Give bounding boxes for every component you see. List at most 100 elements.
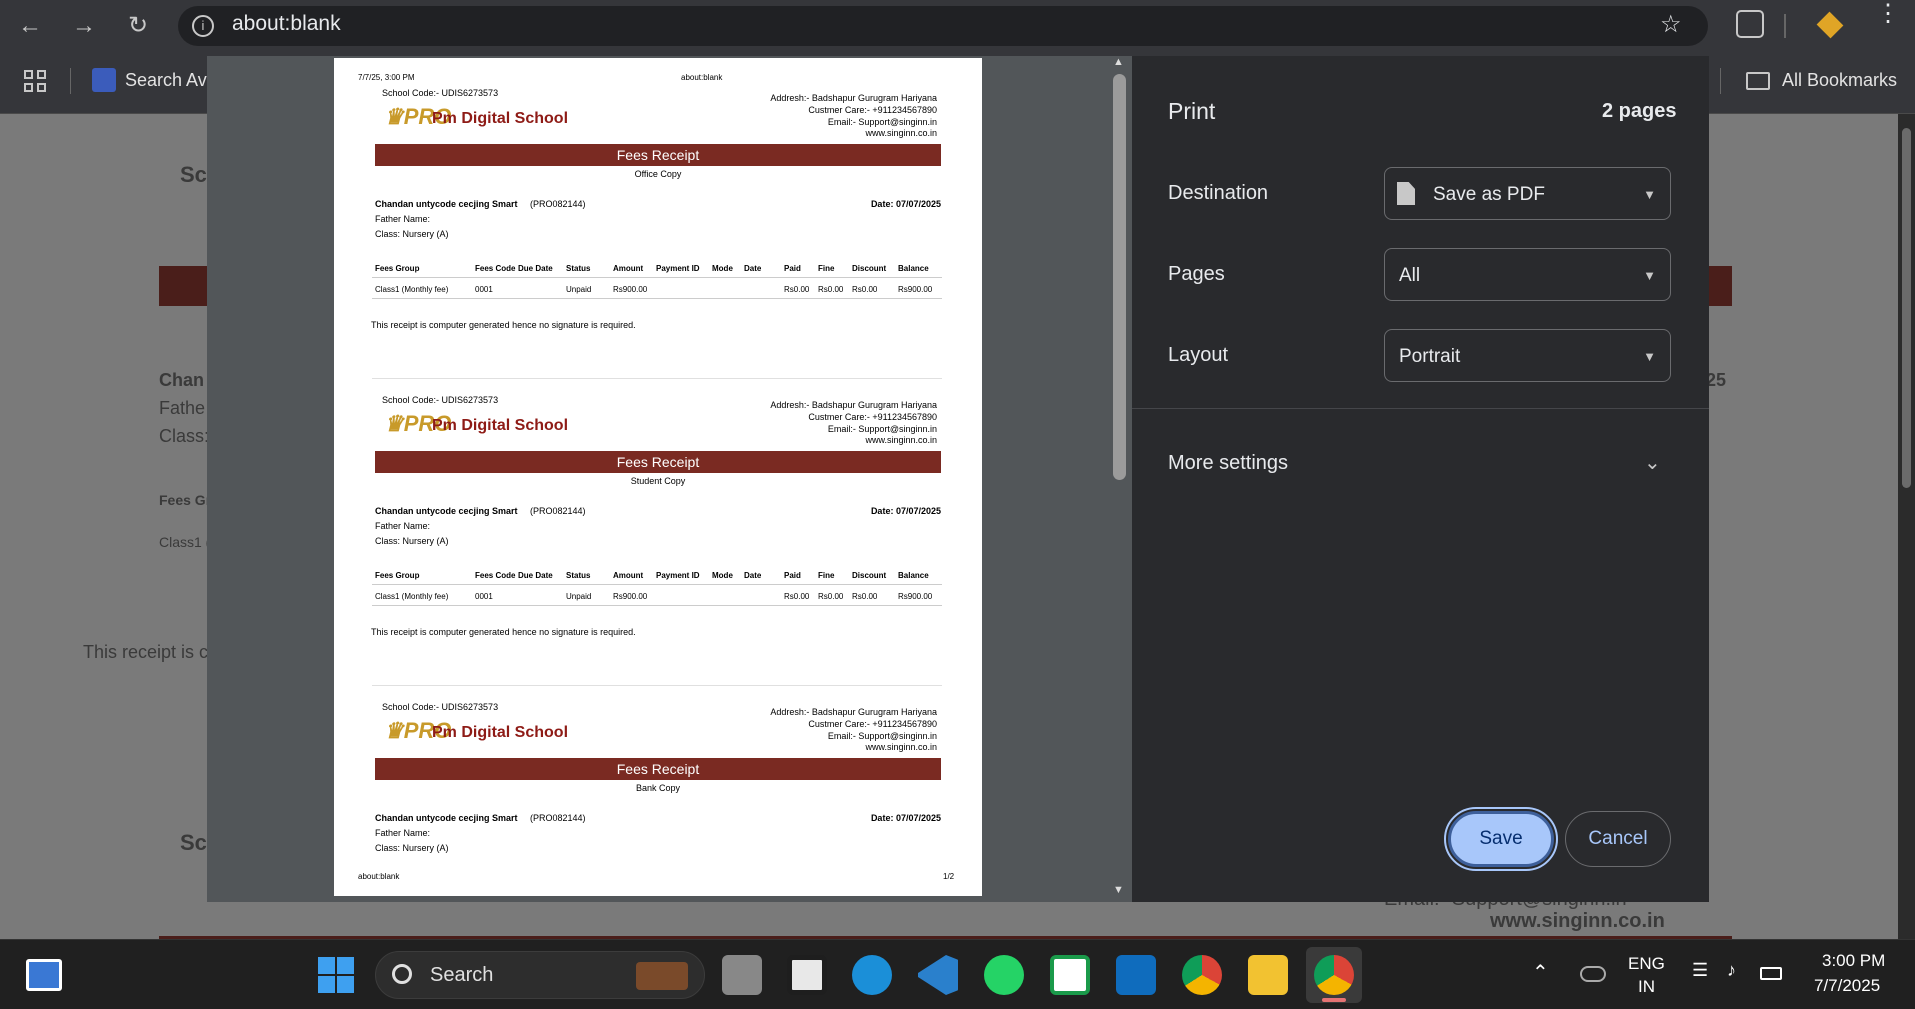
save-button[interactable]: Save [1444, 807, 1558, 871]
student-name: Chandan untycode cecjing Smart [375, 199, 518, 209]
whatsapp-icon[interactable] [984, 955, 1024, 995]
school-website: www.singinn.co.in [865, 435, 937, 445]
edge-icon[interactable] [852, 955, 892, 995]
outlook-icon[interactable] [1116, 955, 1156, 995]
school-code: School Code:- UDIS6273573 [382, 702, 499, 712]
wifi-icon[interactable]: ☰ [1692, 960, 1708, 981]
backdrop-text: www.singinn.co.in [1490, 910, 1665, 932]
clock-time[interactable]: 3:00 PM [1822, 951, 1885, 971]
all-bookmarks-link[interactable]: All Bookmarks [1782, 70, 1897, 91]
app-r-icon[interactable] [1050, 955, 1090, 995]
volume-icon[interactable]: ♪ [1727, 960, 1736, 981]
table-divider [372, 605, 942, 606]
chevron-down-icon: ▼ [1643, 187, 1656, 202]
table-cell: Rs900.00 [898, 592, 933, 601]
clock-date[interactable]: 7/7/2025 [1814, 976, 1880, 996]
student-id: (PRO082144) [530, 813, 586, 823]
chevron-down-icon: ▼ [1643, 268, 1656, 283]
folder-icon [1746, 72, 1770, 90]
receipt-title-bar: Fees Receipt [375, 758, 941, 780]
pages-select[interactable]: All ▼ [1384, 248, 1671, 301]
table-cell: Class1 (Monthly fee) [375, 592, 449, 601]
start-icon[interactable] [318, 957, 354, 993]
receipt-separator [372, 378, 942, 379]
table-header: Status [566, 571, 591, 580]
receipt-title-bar: Fees Receipt [375, 451, 941, 473]
extensions-icon[interactable] [1736, 10, 1764, 38]
school-name: Pm Digital School [432, 110, 569, 127]
school-website: www.singinn.co.in [865, 742, 937, 752]
scroll-down-icon[interactable]: ▼ [1113, 884, 1124, 896]
destination-select[interactable]: Save as PDF ▼ [1384, 167, 1671, 220]
task-view-icon[interactable] [722, 955, 762, 995]
language-region[interactable]: IN [1638, 977, 1655, 997]
bookmark-search-ava[interactable]: Search Ava [125, 70, 217, 91]
school-email: Email:- Support@singinn.in [827, 117, 937, 127]
father-name: Father Name: [375, 828, 431, 838]
table-cell: Rs0.00 [852, 592, 878, 601]
student-id: (PRO082144) [530, 199, 586, 209]
back-icon[interactable]: ← [10, 0, 50, 52]
table-header: Fees Code [475, 571, 516, 580]
bookmark-favicon-icon [92, 68, 116, 92]
table-header: Fine [818, 264, 835, 273]
reload-icon[interactable]: ↻ [118, 0, 158, 52]
receipt-note: This receipt is computer generated hence… [371, 627, 636, 637]
language-code[interactable]: ENG [1628, 954, 1665, 974]
address-bar[interactable]: i ☆ [178, 6, 1708, 46]
receipt-copy-label: Bank Copy [635, 783, 681, 793]
chevron-down-icon: ▼ [1643, 349, 1656, 364]
table-cell: Rs0.00 [784, 592, 810, 601]
student-class: Class: Nursery (A) [375, 536, 449, 546]
table-divider [372, 277, 942, 278]
receipt-copy-label: Office Copy [634, 169, 682, 179]
taskbar-search[interactable]: Search [375, 951, 705, 999]
battery-icon[interactable] [1760, 967, 1782, 980]
table-cell: Rs0.00 [818, 285, 844, 294]
table-cell: Rs0.00 [818, 592, 844, 601]
menu-kebab-icon[interactable]: ⋮ [1876, 2, 1900, 26]
chevron-up-icon[interactable]: ⌃ [1532, 960, 1549, 985]
site-info-icon[interactable]: i [192, 15, 214, 37]
table-header: Balance [898, 571, 929, 580]
table-divider [372, 298, 942, 299]
table-header: Date [744, 264, 762, 273]
forward-icon[interactable]: → [64, 0, 104, 52]
store-icon[interactable] [787, 955, 827, 995]
table-header: Payment ID [656, 264, 700, 273]
apps-grid-icon[interactable] [24, 70, 46, 92]
more-settings-toggle[interactable]: More settings [1168, 452, 1288, 475]
table-header: Discount [852, 264, 887, 273]
student-id: (PRO082144) [530, 506, 586, 516]
taskbar-search-label: Search [430, 964, 494, 986]
chrome-active-icon[interactable] [1314, 955, 1354, 995]
father-name: Father Name: [375, 214, 431, 224]
table-cell: 0001 [475, 592, 493, 601]
onedrive-icon[interactable] [1580, 966, 1606, 982]
school-address: Addresh:- Badshapur Gurugram Hariyana [770, 93, 937, 103]
file-explorer-icon[interactable] [1248, 955, 1288, 995]
bookmark-star-icon[interactable]: ☆ [1660, 10, 1682, 39]
table-header: Date [744, 571, 762, 580]
scroll-up-icon[interactable]: ▲ [1113, 56, 1124, 68]
chevron-down-icon[interactable]: ⌄ [1644, 450, 1661, 475]
widgets-icon[interactable] [26, 959, 62, 991]
layout-label: Layout [1168, 344, 1229, 366]
school-email: Email:- Support@singinn.in [827, 731, 937, 741]
backdrop-text: Fathe [159, 398, 206, 418]
page-scrollbar-thumb[interactable] [1902, 128, 1911, 488]
table-header: Balance [898, 264, 929, 273]
table-divider [372, 584, 942, 585]
receipt-date: Date: 07/07/2025 [870, 199, 941, 209]
cancel-button[interactable]: Cancel [1565, 811, 1671, 867]
page-scrollbar[interactable] [1898, 114, 1915, 939]
table-cell: Unpaid [566, 285, 592, 294]
layout-select[interactable]: Portrait ▼ [1384, 329, 1671, 382]
print-title: Print [1168, 98, 1216, 124]
backdrop-text: This receipt is c [83, 642, 209, 662]
chrome-icon[interactable] [1182, 955, 1222, 995]
table-header: Due Date [518, 571, 553, 580]
table-cell: Class1 (Monthly fee) [375, 285, 449, 294]
receipt-title-bar: Fees Receipt [375, 144, 941, 166]
preview-scrollbar-thumb[interactable] [1113, 74, 1126, 480]
